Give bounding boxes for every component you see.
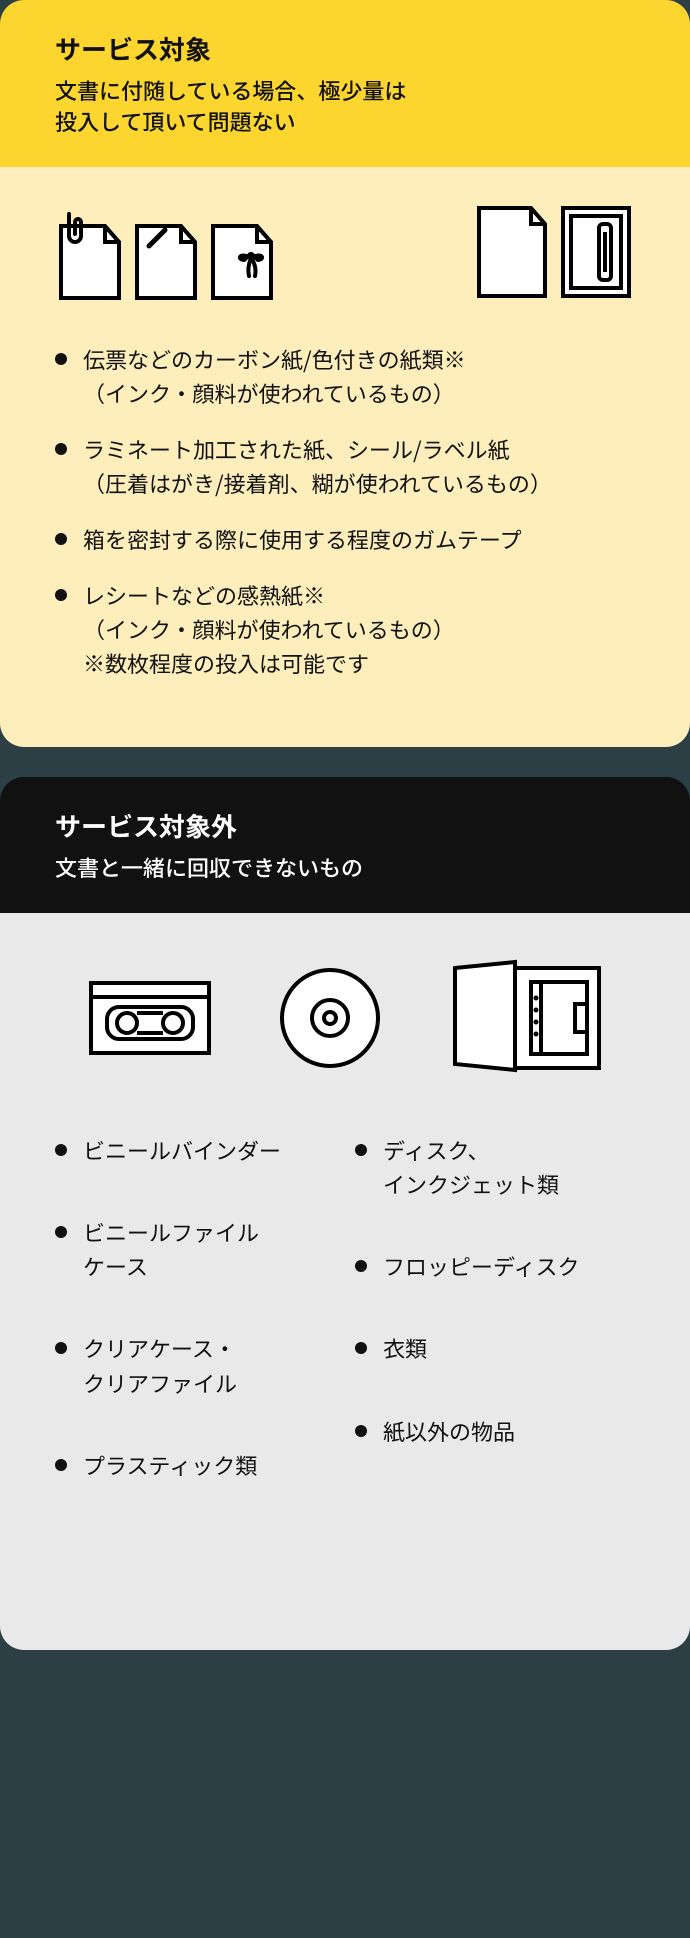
open-folder-icon bbox=[445, 958, 605, 1078]
list-item: プラスティック類 bbox=[55, 1448, 335, 1482]
list-item-sub: （インク・顔料が使われているもの） bbox=[83, 376, 635, 410]
list-item: クリアケース・ クリアファイル bbox=[55, 1331, 335, 1399]
service-target-icons bbox=[55, 202, 635, 302]
out-of-service-columns: ビニールバインダー ビニールファイル ケース クリアケース・ クリアファイル プ… bbox=[55, 1133, 635, 1530]
service-target-title: サービス対象 bbox=[55, 30, 635, 67]
service-target-card: サービス対象 文書に付随している場合、極少量は 投入して頂いて問題ない bbox=[0, 0, 690, 747]
folder-icons-group bbox=[473, 202, 635, 302]
out-of-service-body: ビニールバインダー ビニールファイル ケース クリアケース・ クリアファイル プ… bbox=[0, 913, 690, 1650]
list-item: レシートなどの感熱紙※ （インク・顔料が使われているもの） ※数枚程度の投入は可… bbox=[55, 578, 635, 680]
out-of-service-header: サービス対象外 文書と一緒に回収できないもの bbox=[0, 777, 690, 913]
paper-icons-group bbox=[55, 212, 277, 302]
cassette-icon bbox=[85, 973, 215, 1063]
list-item: フロッピーディスク bbox=[355, 1249, 635, 1283]
list-item-sub: （圧着はがき/接着剤、糊が使われているもの） bbox=[83, 466, 635, 500]
service-target-body: 伝票などのカーボン紙/色付きの紙類※ （インク・顔料が使われているもの） ラミネ… bbox=[0, 167, 690, 748]
list-item-text: プラスティック類 bbox=[83, 1449, 257, 1481]
list-item-text: 衣類 bbox=[383, 1332, 427, 1364]
disc-icon bbox=[275, 963, 385, 1073]
list-item-text: ビニールバインダー bbox=[83, 1134, 281, 1166]
paper-fold-icon bbox=[131, 212, 201, 302]
list-item-main: ラミネート加工された紙、シール/ラベル紙 bbox=[83, 433, 510, 465]
out-of-service-icons bbox=[55, 958, 635, 1078]
list-item-text: ビニールファイル ケース bbox=[83, 1216, 259, 1282]
list-item: 伝票などのカーボン紙/色付きの紙類※ （インク・顔料が使われているもの） bbox=[55, 342, 635, 410]
list-item: 紙以外の物品 bbox=[355, 1414, 635, 1448]
list-item-text: フロッピーディスク bbox=[383, 1250, 579, 1282]
service-target-subtitle: 文書に付随している場合、極少量は 投入して頂いて問題ない bbox=[55, 75, 635, 137]
out-of-service-title: サービス対象外 bbox=[55, 807, 635, 844]
paper-string-icon bbox=[207, 212, 277, 302]
service-target-list: 伝票などのカーボン紙/色付きの紙類※ （インク・顔料が使われているもの） ラミネ… bbox=[55, 342, 635, 681]
list-item: ディスク、 インクジェット類 bbox=[355, 1133, 635, 1201]
list-item: 衣類 bbox=[355, 1331, 635, 1365]
binder-icon bbox=[557, 202, 635, 302]
list-item-main: レシートなどの感熱紙※ bbox=[83, 579, 325, 611]
out-of-service-subtitle: 文書と一緒に回収できないもの bbox=[55, 852, 635, 883]
list-item: 箱を密封する際に使用する程度のガムテープ bbox=[55, 522, 635, 556]
list-item: ビニールファイル ケース bbox=[55, 1215, 335, 1283]
list-item-main: 伝票などのカーボン紙/色付きの紙類※ bbox=[83, 343, 466, 375]
service-target-header: サービス対象 文書に付随している場合、極少量は 投入して頂いて問題ない bbox=[0, 0, 690, 167]
out-of-service-card: サービス対象外 文書と一緒に回収できないもの bbox=[0, 777, 690, 1649]
list-item-sub: （インク・顔料が使われているもの） ※数枚程度の投入は可能です bbox=[83, 612, 635, 680]
list-item-main: 箱を密封する際に使用する程度のガムテープ bbox=[83, 523, 522, 555]
document-icon bbox=[473, 202, 551, 302]
out-list-right: ディスク、 インクジェット類 フロッピーディスク 衣類 紙以外の物品 bbox=[355, 1133, 635, 1530]
list-item-text: ディスク、 インクジェット類 bbox=[383, 1134, 559, 1200]
list-item: ビニールバインダー bbox=[55, 1133, 335, 1167]
list-item: ラミネート加工された紙、シール/ラベル紙 （圧着はがき/接着剤、糊が使われている… bbox=[55, 432, 635, 500]
paper-clip-icon bbox=[55, 212, 125, 302]
list-item-text: クリアケース・ クリアファイル bbox=[83, 1332, 237, 1398]
list-item-text: 紙以外の物品 bbox=[383, 1415, 515, 1447]
out-list-left: ビニールバインダー ビニールファイル ケース クリアケース・ クリアファイル プ… bbox=[55, 1133, 335, 1530]
